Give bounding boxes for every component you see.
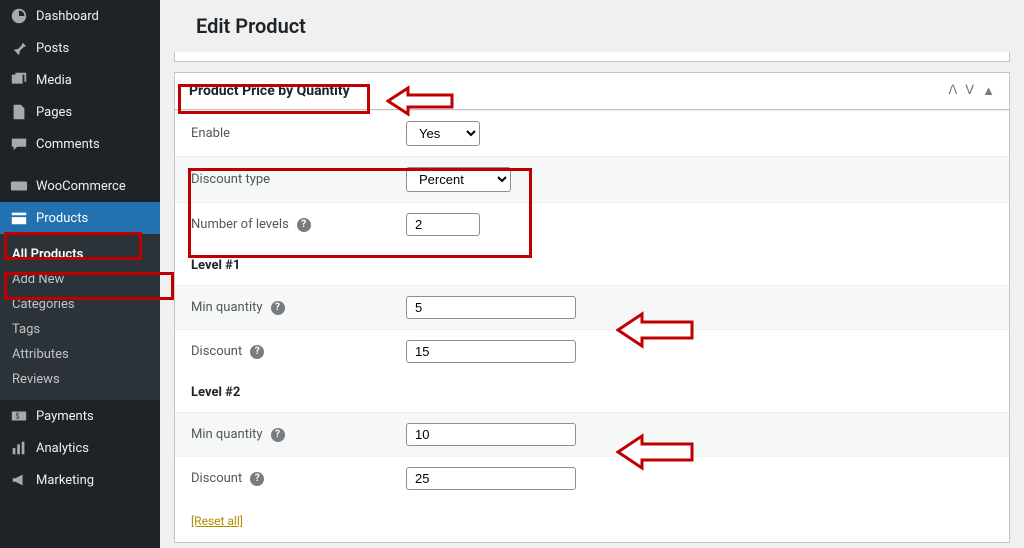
row-l2-discount: Discount ?	[175, 456, 1009, 500]
sidebar-label: Dashboard	[36, 9, 99, 24]
label-discount-type: Discount type	[191, 172, 406, 187]
metabox-title: Product Price by Quantity	[189, 83, 350, 99]
help-icon[interactable]: ?	[271, 428, 285, 442]
row-l1-discount: Discount ?	[175, 329, 1009, 373]
submenu-tags[interactable]: Tags	[0, 317, 160, 342]
label-min-qty: Min quantity ?	[191, 300, 406, 315]
payments-icon: $	[10, 407, 28, 425]
analytics-icon	[10, 439, 28, 457]
label-num-levels: Number of levels ?	[191, 217, 406, 232]
row-num-levels: Number of levels ?	[175, 202, 1009, 246]
woocommerce-icon	[10, 177, 28, 195]
label-discount: Discount ?	[191, 344, 406, 359]
l1-discount-input[interactable]	[406, 340, 576, 363]
page-title: Edit Product	[160, 0, 1024, 52]
metabox-price-by-qty: Product Price by Quantity ᐱ ᐯ ▲ Enable Y…	[174, 72, 1010, 543]
row-l2-minqty: Min quantity ?	[175, 412, 1009, 456]
collapse-icon[interactable]: ▲	[982, 83, 995, 99]
media-icon	[10, 71, 28, 89]
submenu-categories[interactable]: Categories	[0, 292, 160, 317]
sidebar-item-payments[interactable]: $ Payments	[0, 400, 160, 432]
metabox-header[interactable]: Product Price by Quantity ᐱ ᐯ ▲	[175, 73, 1009, 110]
l1-minqty-input[interactable]	[406, 296, 576, 319]
move-up-icon[interactable]: ᐱ	[948, 83, 957, 99]
sidebar-label: Products	[36, 211, 88, 226]
sidebar-label: Pages	[36, 105, 72, 120]
sidebar-label: Marketing	[36, 473, 94, 488]
admin-sidebar: Dashboard Posts Media Pages Comments Woo…	[0, 0, 160, 548]
label-discount: Discount ?	[191, 471, 406, 486]
sidebar-label: Comments	[36, 137, 100, 152]
label-enable: Enable	[191, 126, 406, 141]
sidebar-item-woocommerce[interactable]: WooCommerce	[0, 170, 160, 202]
metabox-body: Enable Yes Discount type Percent Number	[175, 110, 1009, 542]
l2-minqty-input[interactable]	[406, 423, 576, 446]
sidebar-label: Payments	[36, 409, 94, 424]
help-icon[interactable]: ?	[271, 301, 285, 315]
metabox-actions: ᐱ ᐯ ▲	[948, 83, 995, 99]
level2-heading: Level #2	[175, 373, 1009, 412]
main-content: Edit Product Product Price by Quantity ᐱ…	[160, 0, 1024, 548]
submenu-attributes[interactable]: Attributes	[0, 342, 160, 367]
pin-icon	[10, 39, 28, 57]
sidebar-label: Analytics	[36, 441, 89, 456]
sidebar-item-marketing[interactable]: Marketing	[0, 464, 160, 496]
comments-icon	[10, 135, 28, 153]
sidebar-item-comments[interactable]: Comments	[0, 128, 160, 160]
marketing-icon	[10, 471, 28, 489]
sidebar-label: Media	[36, 73, 72, 88]
row-discount-type: Discount type Percent	[175, 156, 1009, 202]
panel-above-stub	[174, 52, 1010, 62]
help-icon[interactable]: ?	[297, 218, 311, 232]
num-levels-input[interactable]	[406, 213, 480, 236]
submenu-reviews[interactable]: Reviews	[0, 367, 160, 392]
row-enable: Enable Yes	[175, 110, 1009, 156]
label-min-qty: Min quantity ?	[191, 427, 406, 442]
row-l1-minqty: Min quantity ?	[175, 285, 1009, 329]
discount-type-select[interactable]: Percent	[406, 167, 511, 192]
sidebar-item-media[interactable]: Media	[0, 64, 160, 96]
reset-all-link[interactable]: [Reset all]	[191, 514, 243, 528]
help-icon[interactable]: ?	[250, 345, 264, 359]
submenu-all-products[interactable]: All Products	[0, 242, 160, 267]
sidebar-label: WooCommerce	[36, 179, 126, 194]
sidebar-item-products[interactable]: Products	[0, 202, 160, 234]
sidebar-item-dashboard[interactable]: Dashboard	[0, 0, 160, 32]
page-icon	[10, 103, 28, 121]
sidebar-submenu-products: All Products Add New Categories Tags Att…	[0, 234, 160, 400]
move-down-icon[interactable]: ᐯ	[965, 83, 974, 99]
sidebar-label: Posts	[36, 41, 69, 56]
products-icon	[10, 209, 28, 227]
sidebar-item-analytics[interactable]: Analytics	[0, 432, 160, 464]
svg-text:$: $	[15, 412, 19, 421]
sidebar-item-posts[interactable]: Posts	[0, 32, 160, 64]
submenu-add-new[interactable]: Add New	[0, 267, 160, 292]
sidebar-item-pages[interactable]: Pages	[0, 96, 160, 128]
dashboard-icon	[10, 7, 28, 25]
enable-select[interactable]: Yes	[406, 121, 480, 146]
level1-heading: Level #1	[175, 246, 1009, 285]
help-icon[interactable]: ?	[250, 472, 264, 486]
l2-discount-input[interactable]	[406, 467, 576, 490]
